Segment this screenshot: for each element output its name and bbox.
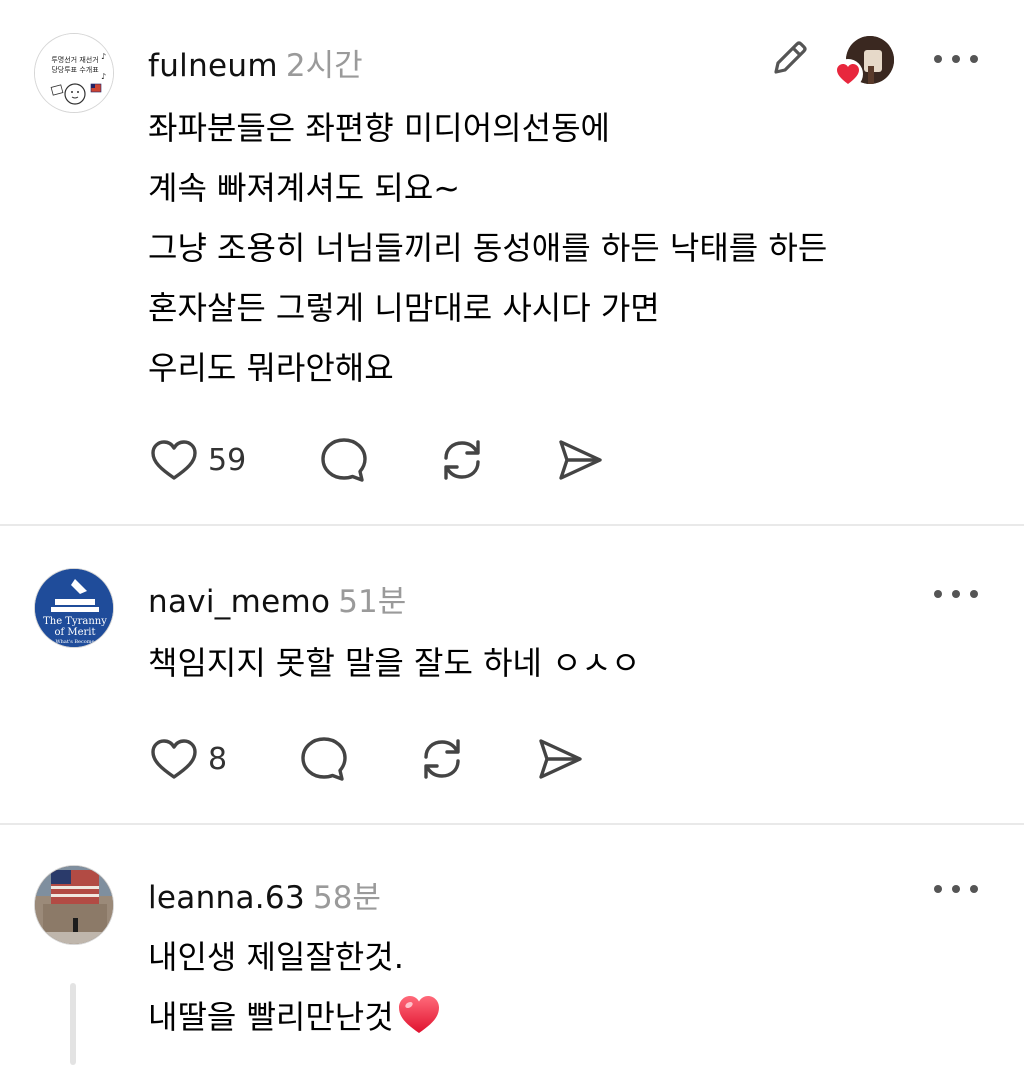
reply-button[interactable] (318, 432, 436, 488)
avatar-navi-memo-image: The Tyranny of Merit What's Become (35, 569, 113, 647)
username[interactable]: fulneum (148, 48, 278, 84)
avatar-fulneum-text-2: 당당투표 수개표 (51, 65, 99, 74)
thread-line (70, 983, 76, 1065)
share-button[interactable] (534, 731, 586, 787)
like-button[interactable]: 59 (148, 432, 318, 488)
avatar-navi-memo-text-1: The Tyranny (43, 616, 107, 627)
post-text-line: 내인생 제일잘한것. (148, 938, 404, 976)
send-icon (559, 440, 602, 480)
repost-button[interactable] (436, 432, 554, 488)
avatar-navi-memo-text-3: What's Become (55, 639, 94, 645)
username[interactable]: leanna.63 (148, 880, 305, 916)
avatar-fulneum-image: 투명선거 재선거 당당투표 수개표 ♪ ♪ (35, 34, 113, 112)
post-header: fulneum 2시간 (148, 40, 363, 84)
like-button[interactable]: 8 (148, 731, 298, 787)
more-dots-icon[interactable] (934, 584, 978, 604)
speech-bubble-icon (321, 438, 367, 482)
timestamp: 2시간 (285, 48, 363, 84)
heart-outline-icon (151, 739, 197, 779)
timestamp: 58분 (312, 880, 381, 916)
avatar-fulneum-text-1: 투명선거 재선거 (51, 55, 98, 64)
avatar-navi-memo-text-2: of Merit (54, 627, 95, 638)
post-body: 책임지지 못할 말을 잘도 하네 ㅇㅅㅇ (148, 633, 640, 693)
repost-button[interactable] (416, 731, 534, 787)
post-body: 내인생 제일잘한것. 내딸을 빨리만난것 (148, 927, 442, 1047)
post-navi-memo: The Tyranny of Merit What's Become navi_… (0, 526, 1024, 823)
send-icon (539, 739, 582, 779)
post-text-line: 그냥 조용히 너님들끼리 동성애를 하든 낙태를 하든 (148, 229, 828, 267)
post-text-line: 우리도 뭐라안해요 (148, 349, 394, 387)
action-bar: 59 (148, 432, 606, 488)
username[interactable]: navi_memo (148, 584, 330, 620)
more-dots-icon[interactable] (934, 49, 978, 69)
avatar-leanna-63[interactable] (34, 865, 114, 945)
post-text-line-with-emoji: 내딸을 빨리만난것 (148, 987, 442, 1047)
red-heart-emoji (398, 996, 439, 1033)
post-text-line: 책임지지 못할 말을 잘도 하네 ㅇㅅㅇ (148, 644, 641, 682)
post-body: 좌파분들은 좌편향 미디어의선동에 계속 빠져계셔도 되요~ 그냥 조용히 너님… (148, 98, 827, 398)
post-fulneum: 투명선거 재선거 당당투표 수개표 ♪ ♪ fulneum 2시간 좌파분들은 … (0, 0, 1024, 524)
avatar-navi-memo[interactable]: The Tyranny of Merit What's Become (34, 568, 114, 648)
pencil-icon[interactable] (766, 34, 814, 82)
post-text-line: 혼자살든 그렇게 니맘대로 사시다 가면 (148, 289, 660, 327)
svg-text:♪: ♪ (101, 52, 106, 61)
heart-outline-icon (151, 440, 197, 480)
post-header: leanna.63 58분 (148, 872, 381, 916)
reply-button[interactable] (298, 731, 416, 787)
post-text-line: 좌파분들은 좌편향 미디어의선동에 (148, 109, 610, 147)
avatar-fulneum[interactable]: 투명선거 재선거 당당투표 수개표 ♪ ♪ (34, 33, 114, 113)
avatar-leanna-63-image (35, 866, 113, 944)
repost-arrows-icon (424, 739, 460, 779)
comment-feed: 투명선거 재선거 당당투표 수개표 ♪ ♪ fulneum 2시간 좌파분들은 … (0, 0, 1024, 1065)
repost-arrows-icon (444, 440, 480, 480)
post-text-line: 계속 빠져계셔도 되요~ (148, 169, 461, 207)
like-count: 59 (208, 442, 247, 478)
timestamp: 51분 (338, 584, 407, 620)
action-bar: 8 (148, 731, 586, 787)
like-count: 8 (208, 741, 228, 777)
more-dots-icon[interactable] (934, 879, 978, 899)
share-button[interactable] (554, 432, 606, 488)
post-header: navi_memo 51분 (148, 576, 406, 620)
speech-bubble-icon (301, 737, 347, 781)
post-text: 내딸을 빨리만난것 (148, 998, 394, 1036)
post-leanna-63: leanna.63 58분 내인생 제일잘한것. 내딸을 빨리만난것 (0, 825, 1024, 1065)
liked-heart-badge-icon (833, 59, 863, 89)
svg-text:♪: ♪ (101, 72, 106, 81)
